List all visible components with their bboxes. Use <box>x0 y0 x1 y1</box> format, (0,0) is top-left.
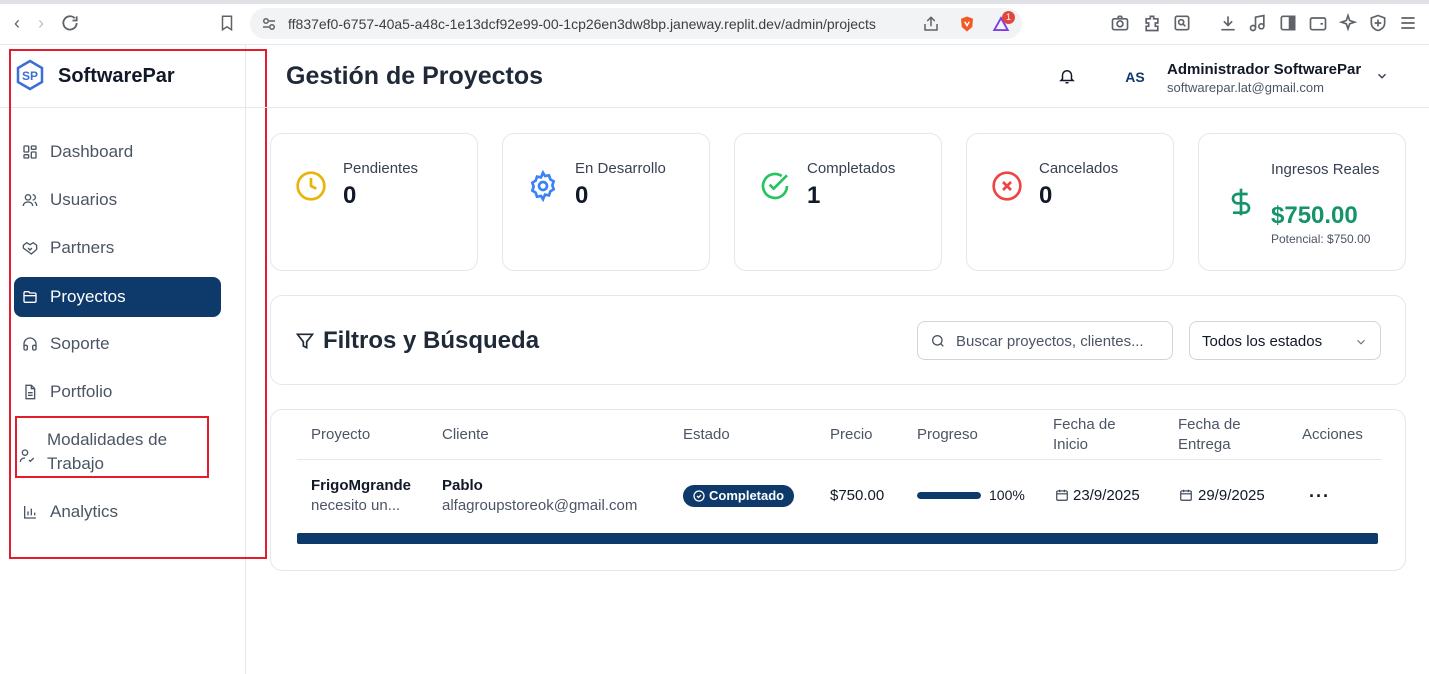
status-select-value: Todos los estados <box>1202 333 1323 350</box>
highlight-box-modalidades <box>15 416 209 478</box>
page-title: Gestión de Proyectos <box>286 62 544 90</box>
client-name: Pablo <box>442 477 483 494</box>
highlight-box-sidebar <box>9 49 267 559</box>
more-actions-icon[interactable]: ··· <box>1309 486 1330 507</box>
chevron-down-icon <box>1357 339 1365 345</box>
reader-mode-icon[interactable] <box>1172 13 1192 33</box>
column-header-fecha-entrega[interactable]: Fecha de Entrega <box>1178 415 1258 455</box>
share-icon[interactable] <box>922 15 940 33</box>
projects-table: Proyecto Cliente Estado Precio Progreso … <box>270 409 1406 571</box>
column-header-acciones: Acciones <box>1302 426 1363 443</box>
camera-icon[interactable] <box>1110 13 1130 33</box>
project-name[interactable]: FrigoMgrande <box>311 477 411 494</box>
url-text[interactable]: ff837ef0-6757-40a5-a48c-1e13dcf92e99-00-… <box>288 16 876 32</box>
bell-icon[interactable] <box>1058 67 1076 85</box>
column-header-proyecto[interactable]: Proyecto <box>311 425 370 445</box>
status-badge-label: Completado <box>709 488 785 503</box>
horizontal-scrollbar[interactable] <box>297 533 1378 544</box>
stat-card-pendientes: Pendientes 0 <box>270 133 478 271</box>
leo-ai-icon[interactable] <box>1338 13 1358 33</box>
music-icon[interactable] <box>1248 13 1268 33</box>
sidebar-toggle-icon[interactable] <box>1278 13 1298 33</box>
stat-value: 0 <box>343 182 357 209</box>
client-email: alfagroupstoreok@gmail.com <box>442 497 638 514</box>
stat-value: 0 <box>1039 182 1053 209</box>
reload-icon[interactable] <box>60 13 80 33</box>
start-date: 23/9/2025 <box>1073 487 1140 504</box>
column-header-progreso[interactable]: Progreso <box>917 425 978 445</box>
x-circle-icon <box>992 171 1022 201</box>
page-header: Gestión de Proyectos AS Administrador So… <box>246 45 1429 108</box>
progress-fill <box>917 492 981 499</box>
stat-card-cancelados: Cancelados 0 <box>966 133 1174 271</box>
dollar-icon <box>1231 188 1251 216</box>
stat-card-ingresos: Ingresos Reales $750.00 Potencial: $750.… <box>1198 133 1406 271</box>
extensions-icon[interactable] <box>1142 13 1162 33</box>
column-header-cliente[interactable]: Cliente <box>442 425 489 445</box>
search-input[interactable] <box>956 331 1166 351</box>
check-circle-icon <box>761 172 789 200</box>
user-email: softwarepar.lat@gmail.com <box>1167 80 1324 95</box>
project-price: $750.00 <box>830 487 885 504</box>
table-divider <box>297 459 1382 460</box>
avatar[interactable]: AS <box>1118 65 1152 89</box>
column-header-precio[interactable]: Precio <box>830 425 873 445</box>
progress-bar <box>917 492 981 499</box>
end-date: 29/9/2025 <box>1198 487 1265 504</box>
vpn-icon[interactable] <box>1368 13 1388 33</box>
stat-label: Ingresos Reales <box>1271 161 1380 178</box>
gear-icon <box>530 170 556 202</box>
stat-subtext: Potencial: $750.00 <box>1271 232 1371 246</box>
back-icon[interactable]: ‹ <box>6 12 28 34</box>
clock-icon <box>296 171 326 201</box>
stat-value: 1 <box>807 182 821 209</box>
chevron-down-icon[interactable] <box>1375 69 1389 83</box>
address-bar[interactable]: ff837ef0-6757-40a5-a48c-1e13dcf92e99-00-… <box>250 8 1022 39</box>
site-settings-icon[interactable] <box>260 15 278 33</box>
filter-icon <box>295 333 315 350</box>
progress-label: 100% <box>989 487 1025 503</box>
user-name[interactable]: Administrador SoftwarePar <box>1167 61 1361 78</box>
status-badge: Completado <box>683 485 795 507</box>
forward-icon[interactable]: › <box>30 12 52 34</box>
search-icon <box>932 335 944 347</box>
download-icon[interactable] <box>1218 13 1238 33</box>
project-description: necesito un... <box>311 497 401 514</box>
calendar-icon <box>1056 489 1068 501</box>
menu-icon[interactable] <box>1398 13 1418 33</box>
wallet-icon[interactable] <box>1308 13 1328 33</box>
status-select[interactable]: Todos los estados <box>1189 321 1381 360</box>
calendar-icon <box>1180 489 1192 501</box>
stat-label: En Desarrollo <box>575 160 666 177</box>
search-box[interactable] <box>917 321 1173 360</box>
stat-card-en-desarrollo: En Desarrollo 0 <box>502 133 710 271</box>
stat-label: Pendientes <box>343 160 419 177</box>
filters-title: Filtros y Búsqueda <box>323 327 540 354</box>
check-circle-icon <box>693 490 705 502</box>
stat-value: $750.00 <box>1271 202 1358 229</box>
column-header-estado[interactable]: Estado <box>683 425 730 445</box>
stat-card-completados: Completados 1 <box>734 133 942 271</box>
brave-shield-icon[interactable] <box>958 15 976 33</box>
bookmark-icon[interactable] <box>218 14 236 32</box>
filters-panel: Filtros y Búsqueda Todos los estados <box>270 295 1406 385</box>
stat-label: Cancelados <box>1039 160 1119 177</box>
stat-value: 0 <box>575 182 589 209</box>
browser-tab-strip <box>0 0 1429 4</box>
browser-toolbar: ‹ › ff837ef0-6757-40a5-a48c-1e13dcf92e99… <box>0 0 1429 45</box>
stat-label: Completados <box>807 160 896 177</box>
rewards-badge: 1 <box>1002 11 1015 24</box>
column-header-fecha-inicio[interactable]: Fecha de Inicio <box>1053 415 1133 455</box>
